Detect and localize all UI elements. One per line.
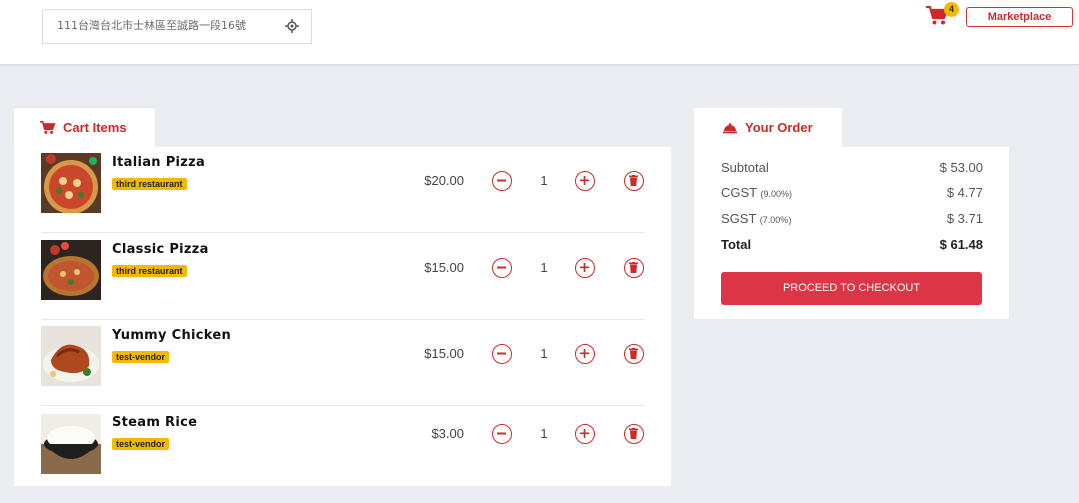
increase-quantity-button[interactable] [575, 424, 595, 444]
item-name: Steam Rice [112, 415, 198, 430]
cgst-label-group: CGST (9.00%) [721, 185, 792, 200]
increase-quantity-button[interactable] [575, 171, 595, 191]
address-search-box[interactable] [42, 9, 312, 44]
quantity-value: 1 [540, 260, 548, 275]
tab-your-order-label: Your Order [745, 120, 813, 135]
serving-dish-icon [723, 122, 737, 133]
item-name: Yummy Chicken [112, 328, 232, 343]
plus-icon [580, 429, 589, 438]
remove-item-button[interactable] [624, 344, 644, 364]
trash-icon [629, 428, 638, 439]
cart-item-row: Italian Pizza third restaurant $20.00 1 [41, 147, 644, 233]
remove-item-button[interactable] [624, 424, 644, 444]
item-name: Classic Pizza [112, 242, 209, 257]
vendor-badge: test-vendor [112, 438, 170, 450]
item-price: $20.00 [424, 173, 464, 188]
minus-icon [497, 352, 506, 355]
header-cart-button[interactable]: 4 [926, 2, 959, 28]
decrease-quantity-button[interactable] [492, 171, 512, 191]
grilled-chicken-image [41, 326, 101, 386]
proceed-to-checkout-button[interactable]: PROCEED TO CHECKOUT [721, 272, 982, 305]
remove-item-button[interactable] [624, 171, 644, 191]
item-price: $15.00 [424, 260, 464, 275]
classic-pizza-image [41, 240, 101, 300]
minus-icon [497, 179, 506, 182]
minus-icon [497, 432, 506, 435]
quantity-value: 1 [540, 346, 548, 361]
cgst-label: CGST [721, 185, 757, 200]
cart-count-badge: 4 [944, 2, 959, 17]
decrease-quantity-button[interactable] [492, 258, 512, 278]
minus-icon [497, 266, 506, 269]
increase-quantity-button[interactable] [575, 258, 595, 278]
plus-icon [580, 263, 589, 272]
cart-icon [40, 120, 55, 134]
item-price: $15.00 [424, 346, 464, 361]
decrease-quantity-button[interactable] [492, 344, 512, 364]
total-value: $ 61.48 [939, 237, 983, 252]
cart-items-panel: Italian Pizza third restaurant $20.00 1 [14, 147, 671, 486]
increase-quantity-button[interactable] [575, 344, 595, 364]
locate-icon[interactable] [285, 19, 299, 33]
top-header: 4 Marketplace [0, 0, 1079, 65]
remove-item-button[interactable] [624, 258, 644, 278]
vendor-badge: third restaurant [112, 265, 187, 277]
tab-your-order[interactable]: Your Order [694, 108, 842, 148]
item-name: Italian Pizza [112, 155, 206, 170]
cart-item-row: Steam Rice test-vendor $3.00 1 [41, 400, 644, 486]
quantity-value: 1 [540, 173, 548, 188]
trash-icon [629, 262, 638, 273]
sgst-value: $ 3.71 [946, 211, 983, 226]
trash-icon [629, 175, 638, 186]
cart-item-row: Classic Pizza third restaurant $15.00 1 [41, 234, 644, 320]
steamed-rice-image [41, 414, 101, 474]
tab-cart-items-label: Cart Items [63, 120, 127, 135]
marketplace-button[interactable]: Marketplace [966, 7, 1073, 27]
quantity-value: 1 [540, 426, 548, 441]
subtotal-label: Subtotal [721, 160, 769, 175]
plus-icon [580, 349, 589, 358]
cart-item-row: Yummy Chicken test-vendor $15.00 1 [41, 320, 644, 406]
cgst-rate: (9.00%) [760, 189, 793, 199]
item-price: $3.00 [431, 426, 464, 441]
address-input[interactable] [57, 18, 277, 31]
decrease-quantity-button[interactable] [492, 424, 512, 444]
tab-cart-items[interactable]: Cart Items [14, 108, 155, 148]
trash-icon [629, 348, 638, 359]
vendor-badge: third restaurant [112, 178, 187, 190]
total-label: Total [721, 237, 752, 252]
subtotal-value: $ 53.00 [939, 160, 983, 175]
sgst-label: SGST [721, 211, 757, 226]
plus-icon [580, 176, 589, 185]
order-summary-panel: Subtotal $ 53.00 CGST (9.00%) $ 4.77 SGS… [694, 147, 1009, 319]
sgst-rate: (7.00%) [759, 215, 792, 225]
italian-pizza-image [41, 153, 101, 213]
sgst-label-group: SGST (7.00%) [721, 211, 791, 226]
cgst-value: $ 4.77 [946, 185, 983, 200]
vendor-badge: test-vendor [112, 351, 170, 363]
